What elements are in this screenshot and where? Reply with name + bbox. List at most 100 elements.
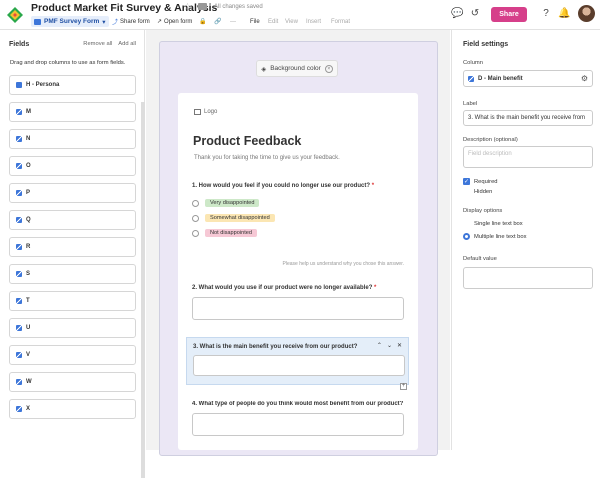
- option-somewhat-disappointed[interactable]: Somewhat disappointed: [192, 214, 275, 222]
- bell-icon[interactable]: 🔔: [558, 8, 570, 20]
- help-icon[interactable]: ?: [540, 8, 552, 20]
- share-button[interactable]: Share: [491, 7, 527, 22]
- menu-insert[interactable]: Insert: [306, 16, 321, 27]
- default-value-input[interactable]: [463, 267, 593, 289]
- field-card[interactable]: Q: [9, 210, 136, 230]
- radio-button[interactable]: [192, 229, 199, 237]
- link-button[interactable]: 🔗: [214, 16, 221, 27]
- menu-format[interactable]: Format: [331, 16, 350, 27]
- open-form-button[interactable]: ↗ Open form: [157, 16, 192, 27]
- field-card[interactable]: P: [9, 183, 136, 203]
- share-form-button[interactable]: ⤴ Share form: [112, 16, 150, 27]
- column-label: Column: [463, 60, 483, 66]
- top-bar: Product Market Fit Survey & Analysis ☆ A…: [0, 0, 600, 30]
- display-options-title: Display options: [463, 208, 503, 214]
- description-input[interactable]: Field description: [463, 146, 593, 168]
- more-button[interactable]: ···: [230, 16, 236, 27]
- required-checkbox-row[interactable]: ✓ Required: [463, 178, 498, 185]
- field-card[interactable]: O: [9, 156, 136, 176]
- chevron-down-icon: ▾: [102, 18, 106, 26]
- label-input[interactable]: 3. What is the main benefit you receive …: [463, 110, 593, 126]
- field-label: T: [26, 298, 30, 304]
- radio-button[interactable]: [192, 214, 199, 222]
- field-card[interactable]: U: [9, 318, 136, 338]
- field-card[interactable]: R: [9, 237, 136, 257]
- history-icon[interactable]: ↺: [469, 8, 481, 20]
- question-4[interactable]: 4. What type of people do you think woul…: [192, 401, 403, 409]
- app-logo-icon[interactable]: [7, 7, 23, 23]
- more-icon: ···: [230, 18, 236, 25]
- field-card[interactable]: X: [9, 399, 136, 419]
- link-icon: 🔗: [214, 19, 222, 25]
- question-1[interactable]: 1. How would you feel if you could no lo…: [192, 183, 374, 189]
- required-checkbox[interactable]: ✓: [463, 178, 470, 185]
- text-field-icon: [16, 244, 22, 250]
- form-view-icon: [34, 18, 41, 25]
- question-3-selected[interactable]: 3. What is the main benefit you receive …: [186, 337, 409, 385]
- image-icon: [194, 109, 201, 115]
- multi-line-option[interactable]: Multiple line text box: [463, 233, 527, 240]
- text-field-icon: [16, 217, 22, 223]
- fields-hint: Drag and drop columns to use as form fie…: [10, 60, 126, 66]
- field-card[interactable]: W: [9, 372, 136, 392]
- logo-placeholder[interactable]: Logo: [194, 109, 217, 115]
- menu-view[interactable]: View: [285, 16, 298, 27]
- delete-icon[interactable]: ✕: [397, 342, 402, 349]
- radio-button[interactable]: [192, 199, 199, 207]
- gear-icon[interactable]: ⚙: [581, 74, 588, 83]
- field-card[interactable]: S: [9, 264, 136, 284]
- single-line-option[interactable]: Single line text box: [463, 220, 523, 227]
- fields-panel: Fields Remove all Add all Drag and drop …: [0, 30, 145, 478]
- required-marker: *: [371, 183, 375, 189]
- background-color-button[interactable]: ◈ Background color ×: [256, 60, 338, 77]
- move-down-icon[interactable]: ⌄: [387, 342, 392, 349]
- answer-2-textbox[interactable]: [192, 297, 404, 320]
- field-label: M: [26, 109, 31, 115]
- form-subtitle[interactable]: Thank you for taking the time to give us…: [194, 155, 340, 161]
- option-label: Very disappointed: [205, 199, 260, 207]
- fields-scrollbar[interactable]: [141, 102, 145, 478]
- field-card[interactable]: H - Persona: [9, 75, 136, 95]
- form-title[interactable]: Product Feedback: [193, 134, 301, 148]
- avatar[interactable]: [578, 5, 595, 22]
- field-card[interactable]: M: [9, 102, 136, 122]
- remove-all-link[interactable]: Remove all: [83, 41, 112, 47]
- option-not-disappointed[interactable]: Not disappointed: [192, 229, 257, 237]
- answer-3-textbox[interactable]: [193, 355, 405, 376]
- logo-label: Logo: [204, 109, 218, 115]
- hidden-checkbox[interactable]: [463, 188, 470, 195]
- text-field-icon: [16, 298, 22, 304]
- field-card[interactable]: N: [9, 129, 136, 149]
- answer-4-textbox[interactable]: [192, 413, 404, 436]
- question-2[interactable]: 2. What would you use if our product wer…: [192, 285, 376, 291]
- star-icon[interactable]: ☆: [183, 2, 192, 13]
- hidden-label: Hidden: [474, 188, 493, 195]
- field-label: Q: [26, 217, 31, 223]
- menu-edit[interactable]: Edit: [268, 16, 278, 27]
- field-label: R: [26, 244, 31, 250]
- required-label: Required: [474, 178, 498, 185]
- lock-icon: 🔒: [199, 19, 207, 25]
- option-very-disappointed[interactable]: Very disappointed: [192, 199, 260, 207]
- folder-icon[interactable]: [198, 3, 207, 10]
- close-icon[interactable]: ×: [324, 64, 333, 73]
- radio-button[interactable]: [463, 220, 470, 227]
- move-up-icon[interactable]: ⌃: [377, 342, 382, 349]
- fields-title: Fields: [9, 41, 30, 48]
- settings-title: Field settings: [463, 41, 509, 48]
- view-name: PMF Survey Form: [44, 18, 100, 25]
- field-label: H - Persona: [26, 82, 60, 88]
- field-card[interactable]: T: [9, 291, 136, 311]
- field-card[interactable]: V: [9, 345, 136, 365]
- lock-button[interactable]: 🔒: [199, 16, 206, 27]
- column-select[interactable]: D - Main benefit ⚙: [463, 70, 593, 87]
- text-field-icon: [16, 406, 22, 412]
- text-field-icon: [16, 325, 22, 331]
- menu-file[interactable]: File: [250, 16, 260, 27]
- add-all-link[interactable]: Add all: [118, 41, 136, 47]
- view-switcher[interactable]: PMF Survey Form ▾: [31, 16, 109, 27]
- hidden-checkbox-row[interactable]: Hidden: [463, 188, 492, 195]
- comments-icon[interactable]: 💬: [451, 8, 463, 20]
- add-field-icon[interactable]: +: [400, 383, 407, 390]
- radio-button-selected[interactable]: [463, 233, 470, 240]
